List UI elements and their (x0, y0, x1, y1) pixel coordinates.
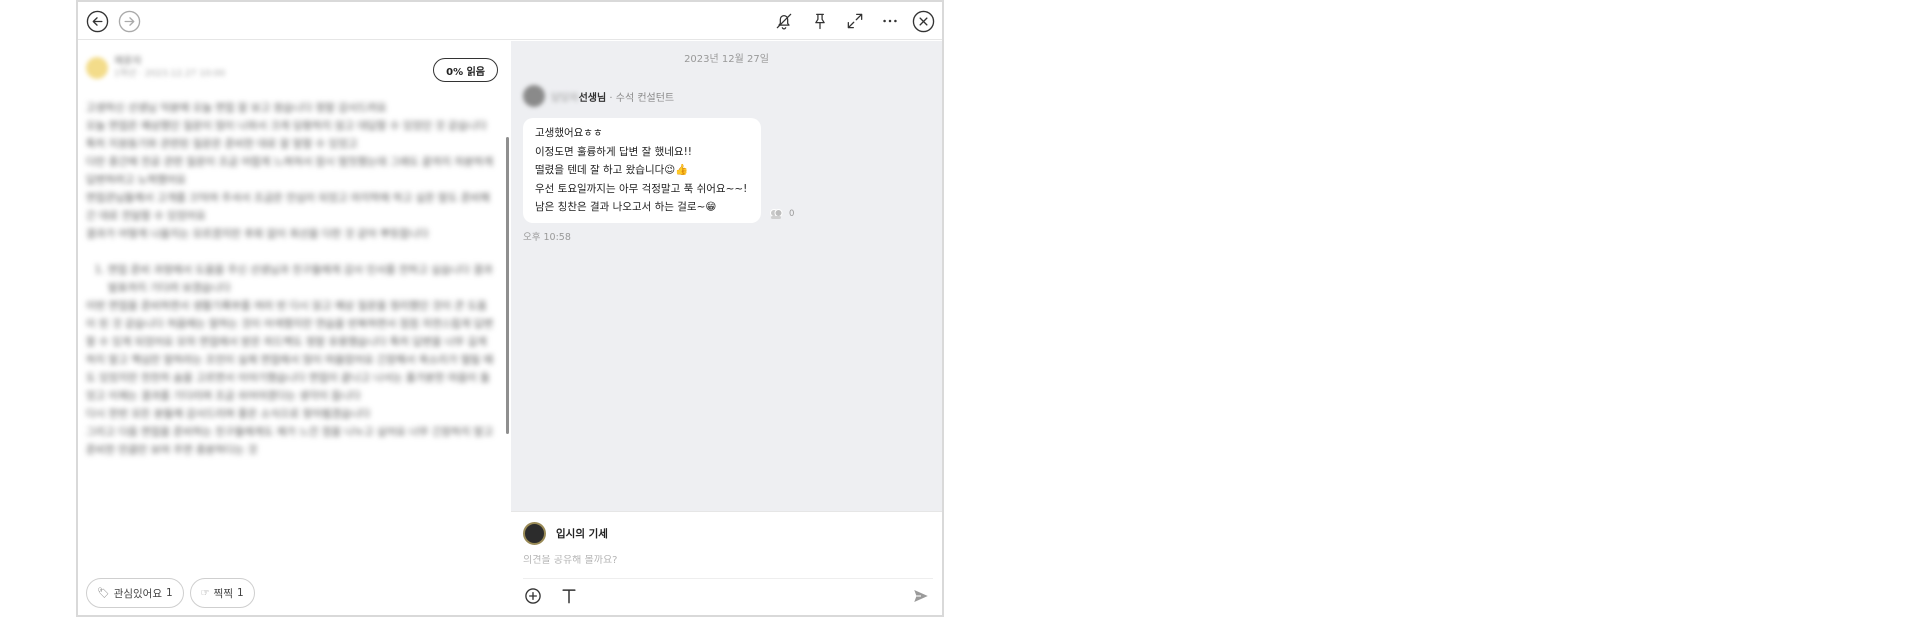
text-format-icon[interactable] (559, 586, 579, 606)
reaction-count: 1 (166, 587, 173, 599)
cheer-reaction-button[interactable]: ☞ 찍찍 1 (189, 578, 255, 608)
post-body: 고생하신 선생님 덕분에 오늘 면접 잘 보고 왔습니다 정말 감사드려요 오늘… (86, 99, 494, 459)
back-button[interactable] (86, 10, 109, 33)
sender-role: · 수석 컨설턴트 (606, 92, 675, 104)
read-count-value: 0 (789, 209, 795, 219)
post-paragraph: 오늘 면접은 예상했던 질문이 많이 나와서 크게 당황하지 않고 대답할 수 … (86, 120, 487, 150)
reaction-label: 찍찍 (213, 587, 233, 600)
reader-avatars-icon (770, 209, 783, 219)
author-meta: 1학년 · 2023.12.27 10:00 (114, 69, 226, 79)
composer-name: 입시의 기세 (556, 528, 608, 540)
close-button[interactable] (912, 10, 935, 33)
arrow-left-circle-icon (86, 10, 109, 33)
post-author: 재윤자 1학년 · 2023.12.27 10:00 (86, 55, 225, 80)
interest-reaction-button[interactable]: 🏷 관심있어요 1 (86, 578, 184, 608)
avatar (86, 56, 108, 79)
post-paragraph: 다시 한번 모든 분들께 감사드리며 좋은 소식으로 찾아뵙겠습니다 (86, 408, 371, 420)
send-icon[interactable] (912, 587, 930, 605)
avatar[interactable] (523, 85, 545, 107)
post-paragraph: 고생하신 선생님 덕분에 오늘 면접 잘 보고 왔습니다 정말 감사드려요 (86, 102, 387, 114)
tag-icon: 🏷 (97, 587, 110, 599)
chat-message-bubble[interactable]: 고생했어요ㅎㅎ 이정도면 훌륭하게 답변 잘 했네요!! 떨렸을 텐데 잘 하고… (523, 118, 761, 223)
reaction-count: 1 (237, 587, 244, 599)
pin-button[interactable] (810, 11, 830, 31)
message-line: 이정도면 훌륭하게 답변 잘 했네요!! (535, 145, 693, 158)
close-circle-icon (912, 10, 935, 33)
post-paragraph: 이번 면접을 준비하면서 생활기록부를 여러 번 다시 읽고 예상 질문을 정리… (86, 300, 494, 402)
composer-tools (523, 586, 579, 606)
message-line: 고생했어요ㅎㅎ (535, 127, 603, 139)
sender-name: 선생님 (578, 92, 607, 104)
reaction-bar: 🏷 관심있어요 1 ☞ 찍찍 1 (86, 578, 255, 608)
post-list: 면접 준비 과정에서 도움을 주신 선생님과 친구들에게 감사 인사를 전하고 … (86, 261, 494, 297)
notification-off-icon (776, 13, 792, 30)
read-progress-badge: 0% 읽음 (433, 58, 498, 82)
add-circle-icon[interactable] (523, 586, 543, 606)
post-paragraph: 면접관님들께서 고개를 끄덕여 주셔서 조금은 안심이 되었고 마지막에 하고 … (86, 192, 490, 222)
thumbs-icon: ☞ (200, 587, 210, 599)
reaction-label: 관심있어요 (113, 587, 163, 600)
sender-name-blurred: 담당자 (551, 92, 579, 104)
message-sender: 담당자 선생님 · 수석 컨설턴트 (523, 85, 674, 107)
read-receipt: 0 (769, 208, 794, 220)
date-separator: 2023년 12월 27일 (684, 54, 769, 65)
pin-icon (815, 13, 825, 30)
author-name: 재윤자 (114, 56, 142, 67)
divider (523, 578, 933, 579)
arrow-right-circle-icon (118, 10, 141, 33)
list-item: 면접 준비 과정에서 도움을 주신 선생님과 친구들에게 감사 인사를 전하고 … (108, 261, 494, 297)
expand-icon (847, 13, 863, 29)
expand-button[interactable] (845, 11, 865, 31)
message-line: 떨렸을 텐데 잘 하고 왔습니다😉👍 (535, 164, 689, 176)
more-icon (883, 19, 897, 23)
scrollbar-thumb[interactable] (506, 137, 509, 434)
window-toolbar (78, 2, 942, 40)
more-button[interactable] (880, 11, 900, 31)
chat-pane: 2023년 12월 27일 담당자 선생님 · 수석 컨설턴트 고생했어요ㅎㅎ … (511, 41, 942, 615)
message-line: 우선 토요일까지는 아무 걱정말고 푹 쉬어요~~! (535, 182, 748, 195)
post-paragraph: 결과가 어떻게 나올지는 모르겠지만 후회 없이 최선을 다한 것 같아 뿌듯합… (86, 228, 429, 240)
message-timestamp: 오후 10:58 (523, 232, 571, 243)
post-chat-window: 재윤자 1학년 · 2023.12.27 10:00 0% 읽음 고생하신 선생… (76, 0, 944, 617)
forward-button[interactable] (118, 10, 141, 33)
avatar (523, 522, 546, 545)
post-paragraph: 다만 중간에 전공 관련 질문이 조금 어렵게 느껴져서 잠시 멈칫했는데 그래… (86, 156, 494, 186)
message-composer: 입시의 기세 (511, 511, 942, 615)
post-pane: 재윤자 1학년 · 2023.12.27 10:00 0% 읽음 고생하신 선생… (78, 41, 510, 615)
mute-notifications-button[interactable] (774, 11, 794, 31)
composer-identity: 입시의 기세 (523, 522, 608, 545)
message-input[interactable] (523, 555, 923, 566)
post-paragraph: 그리고 다음 면접을 준비하는 친구들에게도 제가 느낀 점을 나누고 싶어요 … (86, 426, 494, 456)
message-line: 남은 칭찬은 결과 나오고서 하는 걸로~😁 (535, 201, 717, 213)
